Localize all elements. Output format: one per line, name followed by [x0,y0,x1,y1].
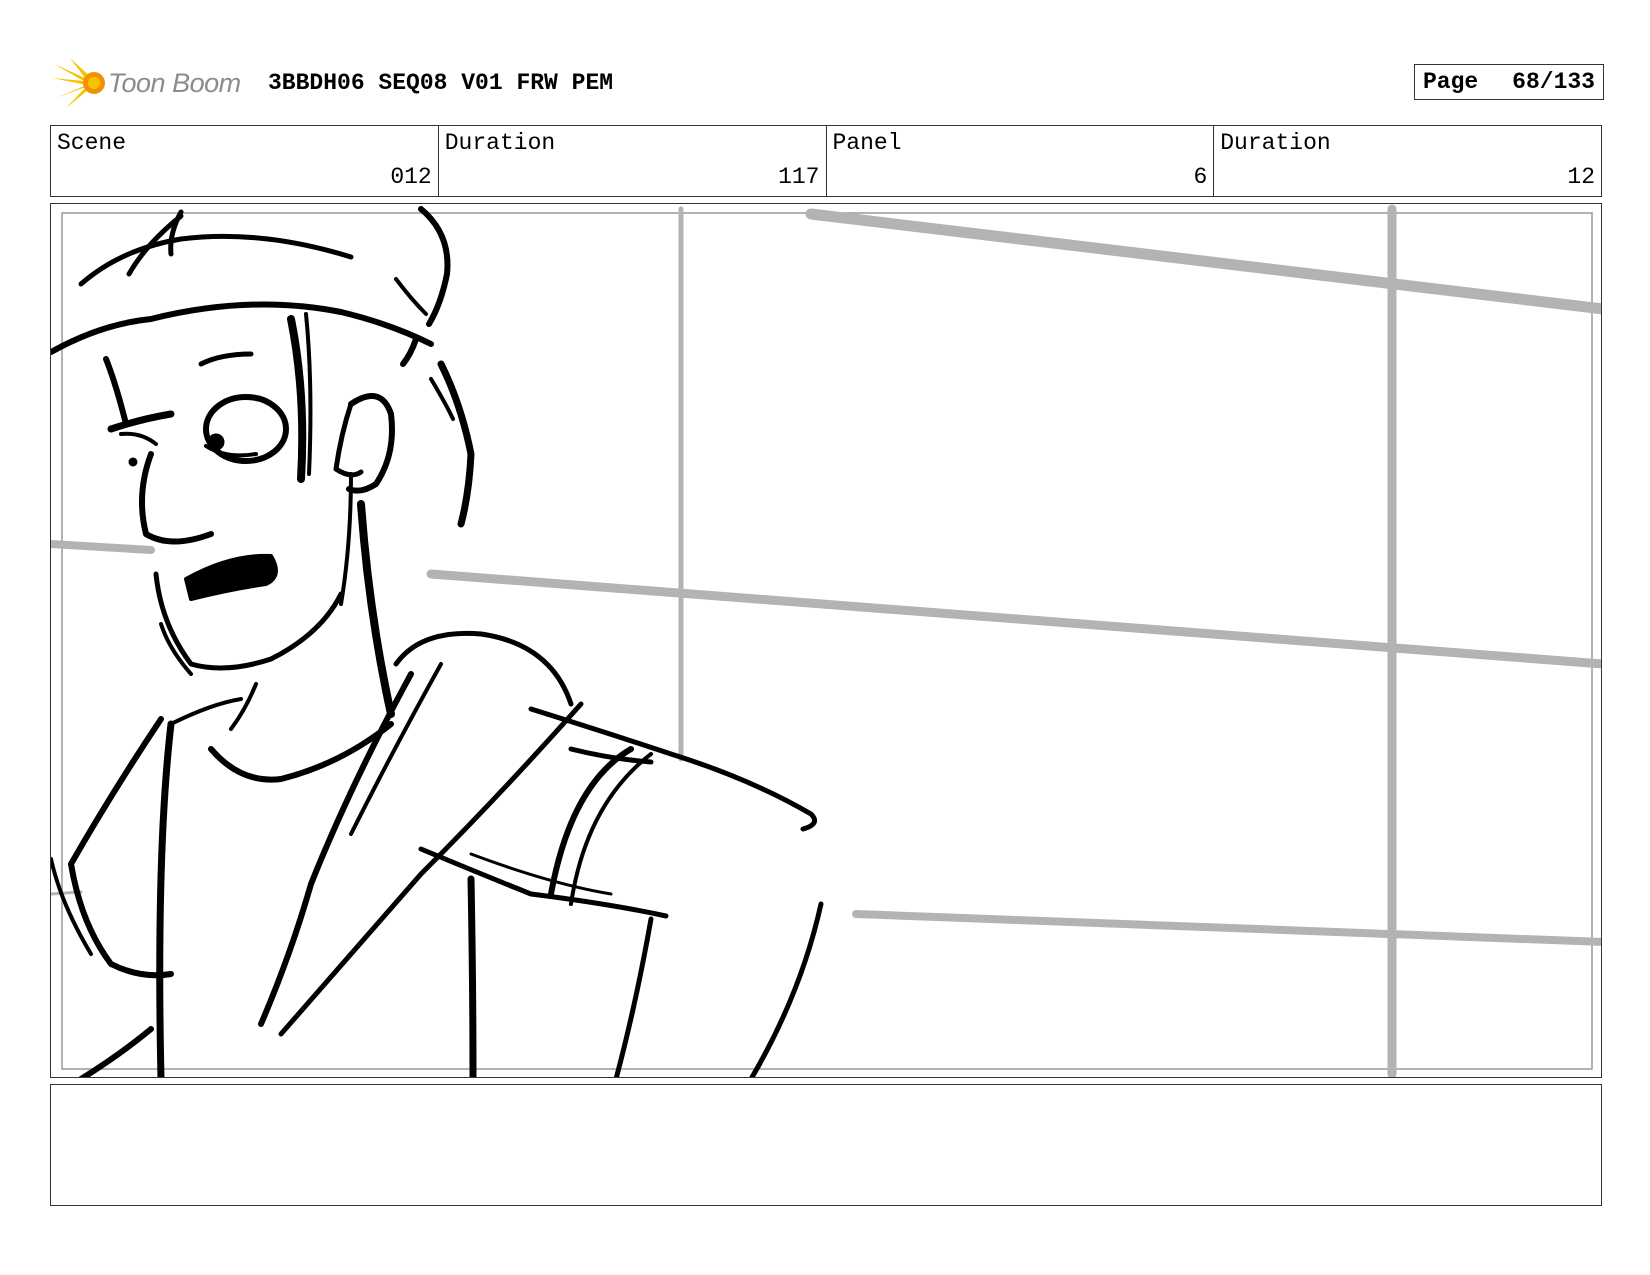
panel-cell: Panel 6 [827,126,1215,196]
window-grid [51,204,1601,1077]
sketch-drawing [51,204,1601,1077]
toon-boom-logo: Toon Boom [52,58,252,110]
panel-info-row: Scene 012 Duration 117 Panel 6 Duration … [50,125,1602,197]
scene-value: 012 [390,164,432,190]
scene-duration-label: Duration [444,130,556,156]
project-title: 3BBDH06 SEQ08 V01 FRW PEM [268,70,614,96]
scene-label: Scene [57,130,127,156]
page-indicator: Page 68/133 [1414,64,1604,100]
panel-duration-label: Duration [1220,130,1331,156]
panel-duration-cell: Duration 12 [1214,126,1601,196]
storyboard-panel-image [50,203,1602,1078]
scene-cell: Scene 012 [51,126,439,196]
scene-duration-cell: Duration 117 [439,126,827,196]
character-sketch [51,206,824,1077]
panel-value: 6 [1193,164,1208,190]
panel-duration-value: 12 [1567,164,1595,190]
panel-label: Panel [832,130,902,156]
page-number: 68/133 [1512,69,1595,95]
scene-duration-value: 117 [778,164,820,190]
logo-text: Toon Boom [108,68,241,98]
panel-notes-box[interactable] [50,1084,1602,1206]
page-label: Page [1423,69,1479,95]
page-header: Toon Boom 3BBDH06 SEQ08 V01 FRW PEM Page… [52,56,1604,108]
starburst-icon [52,58,105,108]
